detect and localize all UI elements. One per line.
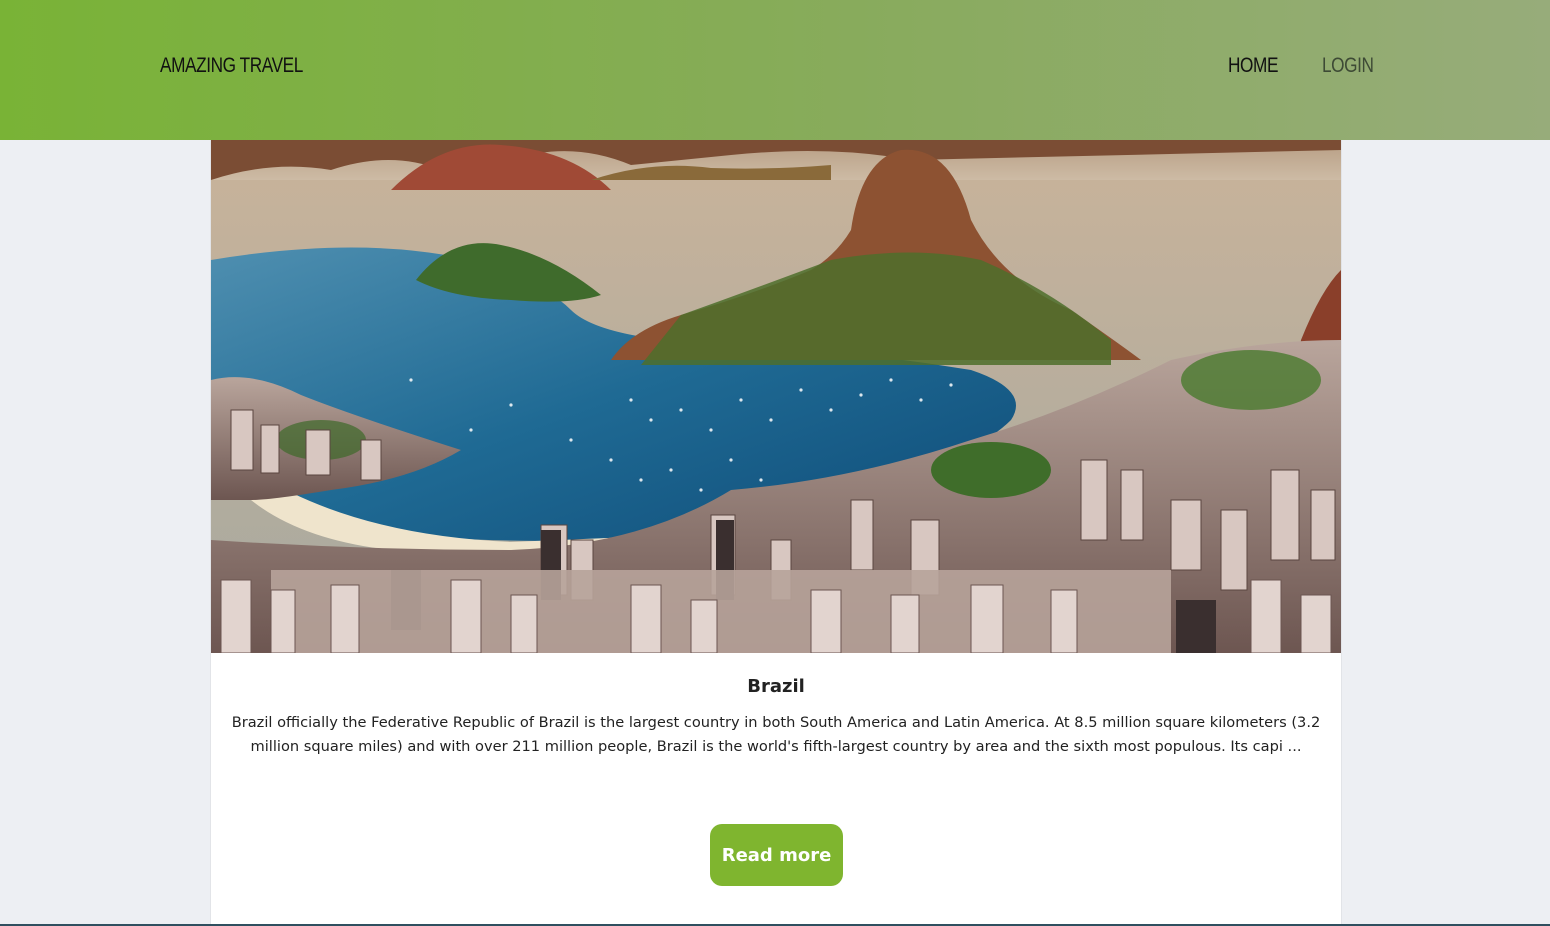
card-description: Brazil officially the Federative Republi… — [231, 714, 1321, 755]
brand-logo[interactable]: AMAZING TRAVEL — [160, 54, 303, 78]
card-title: Brazil — [747, 676, 805, 697]
navbar: AMAZING TRAVEL HOME LOGIN — [0, 0, 1550, 140]
destination-card: Brazil Brazil officially the Federative … — [210, 140, 1342, 926]
nav-login-link[interactable]: LOGIN — [1322, 54, 1374, 78]
nav-home-link[interactable]: HOME — [1228, 54, 1278, 78]
destination-image — [211, 140, 1341, 653]
read-more-button[interactable]: Read more — [710, 824, 843, 886]
